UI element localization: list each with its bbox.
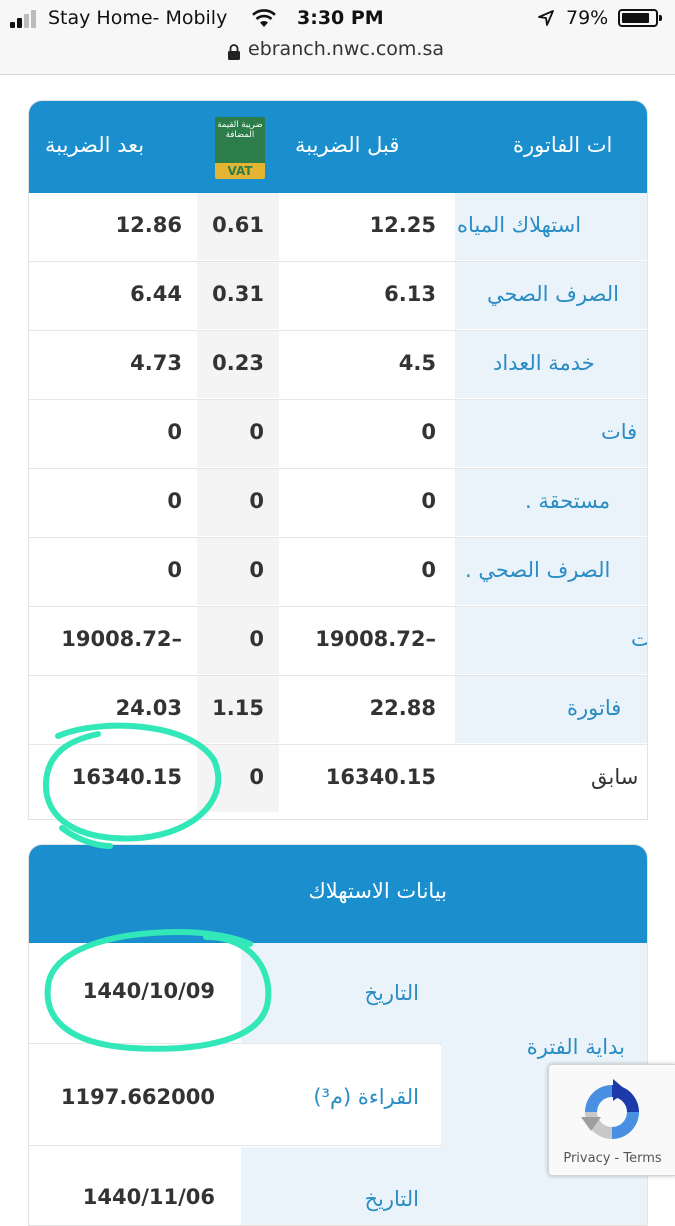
- vat-logo-text: VAT: [215, 163, 265, 179]
- value-after-tax: 12.86: [115, 213, 182, 237]
- table-row: 1197.662000 القراءة (م³): [29, 1045, 441, 1146]
- consumption-title: بيانات الاستهلاك: [308, 879, 447, 903]
- value-before-tax: 6.13: [384, 282, 436, 306]
- row-label: فاتورة: [567, 696, 622, 720]
- value-tax: 0: [249, 627, 264, 651]
- value-before-tax: 0: [421, 489, 436, 513]
- carrier-name: Stay Home- Mobily: [48, 7, 228, 29]
- row-label: . مستحقة: [525, 489, 611, 513]
- value-tax: 0: [249, 558, 264, 582]
- value-tax: 0.61: [212, 213, 264, 237]
- row-label: استهلاك المياه: [457, 213, 582, 237]
- value-after-tax: 16340.15: [71, 765, 182, 789]
- start-date-label: التاريخ: [364, 981, 419, 1005]
- header-before-tax: قبل الضريبة: [295, 133, 400, 157]
- value-tax: 0: [249, 420, 264, 444]
- table-row: خدمة العداد 4.73 0.23 4.5: [29, 331, 647, 400]
- table-row: استهلاك المياه 12.86 0.61 12.25: [29, 193, 647, 262]
- value-after-tax: 0: [167, 489, 182, 513]
- reading-label: القراءة (م³): [313, 1085, 419, 1109]
- value-after-tax: 6.44: [130, 282, 182, 306]
- table-row: الصرف الصحي 6.44 0.31 6.13: [29, 262, 647, 331]
- value-before-tax: 16340.15: [325, 765, 436, 789]
- bill-details-table: بعد الضريبة ضريبة القيمة المضافة VAT قبل…: [28, 100, 648, 820]
- address-bar[interactable]: ebranch.nwc.com.sa: [0, 36, 675, 75]
- table-row: ت 19008.72– 0 19008.72–: [29, 607, 647, 676]
- table-row: . الصرف الصحي 0 0 0: [29, 538, 647, 607]
- vat-logo-arabic: ضريبة القيمة المضافة: [217, 120, 263, 140]
- value-before-tax: 22.88: [369, 696, 436, 720]
- location-arrow-icon: [538, 10, 554, 26]
- bill-table-header: بعد الضريبة ضريبة القيمة المضافة VAT قبل…: [29, 101, 647, 193]
- signal-strength-icon: [10, 10, 44, 28]
- wifi-icon: [252, 9, 276, 27]
- value-before-tax: 12.25: [369, 213, 436, 237]
- clock: 3:30 PM: [297, 7, 384, 29]
- table-row: 1440/10/09 التاريخ: [29, 943, 441, 1044]
- row-label: . الصرف الصحي: [465, 558, 611, 582]
- value-after-tax: 24.03: [115, 696, 182, 720]
- reading-value: 1197.662000: [60, 1085, 215, 1109]
- value-after-tax: 4.73: [130, 351, 182, 375]
- status-bar: Stay Home- Mobily 3:30 PM 79%: [0, 0, 675, 36]
- battery-percent: 79%: [566, 7, 609, 29]
- lock-icon: [228, 44, 240, 60]
- value-tax: 0: [249, 489, 264, 513]
- row-label: سابق: [591, 765, 639, 789]
- row-label: خدمة العداد: [493, 351, 595, 375]
- value-tax: 0.23: [212, 351, 264, 375]
- table-row: . مستحقة 0 0 0: [29, 469, 647, 538]
- value-tax: 0: [249, 765, 264, 789]
- value-tax: 0.31: [212, 282, 264, 306]
- value-before-tax: 4.5: [398, 351, 436, 375]
- table-row: فات 0 0 0: [29, 400, 647, 469]
- table-row: سابق 16340.15 0 16340.15: [29, 745, 647, 813]
- value-before-tax: 0: [421, 420, 436, 444]
- header-bill-items: ات الفاتورة: [513, 133, 613, 157]
- value-before-tax: 19008.72–: [315, 627, 436, 651]
- battery-icon: [618, 9, 662, 27]
- end-date-label: التاريخ: [364, 1187, 419, 1211]
- url-text[interactable]: ebranch.nwc.com.sa: [248, 38, 444, 60]
- table-row: فاتورة 24.03 1.15 22.88: [29, 676, 647, 745]
- value-tax: 1.15: [212, 696, 264, 720]
- row-label: ت: [631, 627, 647, 651]
- table-row: 1440/11/06 التاريخ: [29, 1147, 441, 1225]
- value-after-tax: 19008.72–: [61, 627, 182, 651]
- recaptcha-icon: [581, 1079, 639, 1139]
- consumption-table-header: بيانات الاستهلاك: [29, 845, 647, 943]
- header-after-tax: بعد الضريبة: [45, 133, 145, 157]
- value-before-tax: 0: [421, 558, 436, 582]
- recaptcha-terms-link[interactable]: Privacy - Terms: [549, 1151, 675, 1166]
- row-label: فات: [601, 420, 638, 444]
- period-start-label: بداية الفترة: [526, 1035, 625, 1059]
- end-date-value: 1440/11/06: [82, 1185, 215, 1209]
- start-date-value: 1440/10/09: [82, 979, 215, 1003]
- vat-logo: ضريبة القيمة المضافة VAT: [215, 117, 265, 179]
- value-after-tax: 0: [167, 420, 182, 444]
- row-label: الصرف الصحي: [487, 282, 619, 306]
- value-after-tax: 0: [167, 558, 182, 582]
- recaptcha-badge[interactable]: Privacy - Terms: [548, 1064, 675, 1176]
